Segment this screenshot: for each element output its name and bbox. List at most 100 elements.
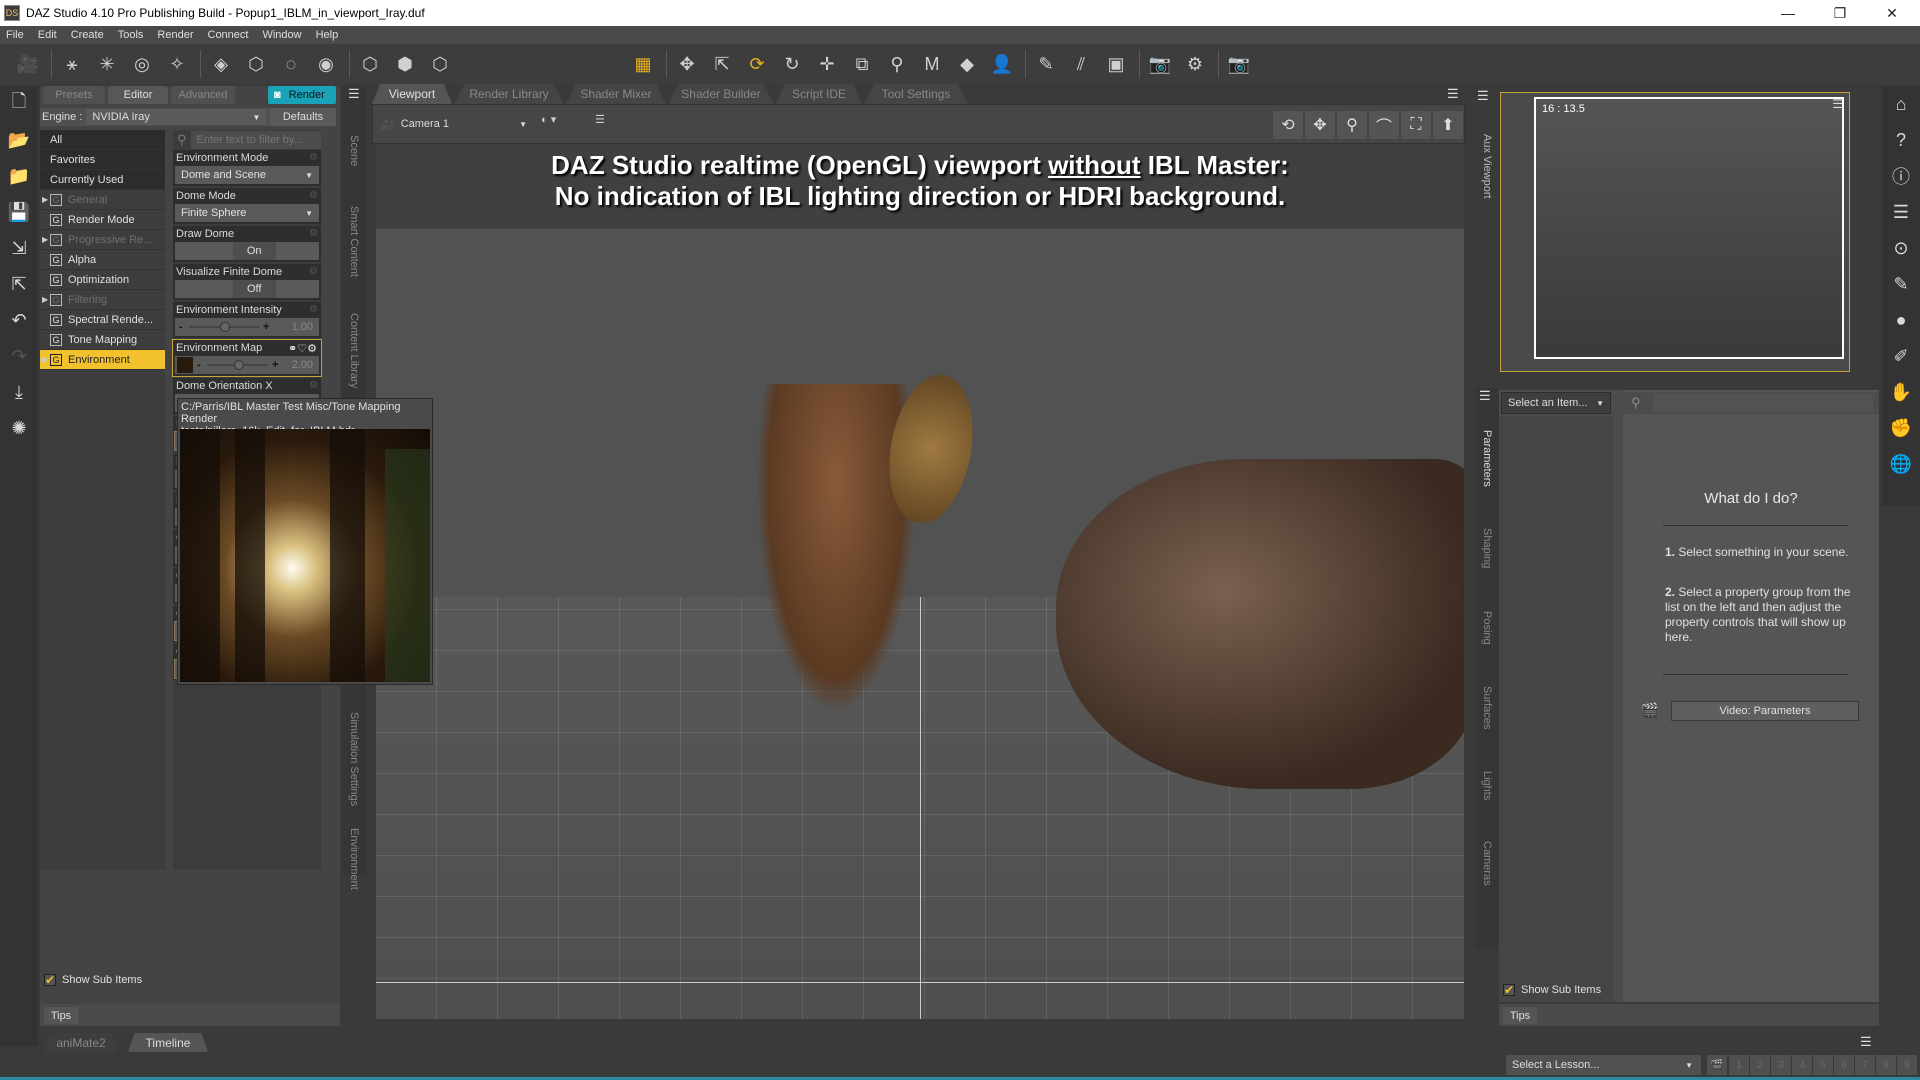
pose-p-icon[interactable]: ✊ — [1882, 410, 1920, 446]
tab-shader-builder[interactable]: Shader Builder — [668, 84, 774, 104]
render-button[interactable]: ◙ Render — [268, 86, 336, 104]
tab-editor[interactable]: Editor — [108, 86, 168, 104]
menu-file[interactable]: File — [6, 29, 24, 41]
geometry-brush-icon[interactable]: ⫽ — [1065, 48, 1097, 80]
gear-icon[interactable]: ⚙ — [309, 228, 318, 239]
menu-connect[interactable]: Connect — [208, 29, 249, 41]
dragon-figure[interactable] — [1056, 459, 1464, 789]
daz-home-icon[interactable]: ⌂ — [1882, 86, 1920, 122]
pane-options-icon[interactable]: ☰ — [1479, 388, 1491, 404]
side-tab-posing[interactable]: Posing — [1475, 598, 1499, 658]
group-item[interactable]: G Alpha — [40, 250, 165, 270]
group-item[interactable]: G Tone Mapping — [40, 330, 165, 350]
frame-control-icon[interactable]: ⛶ — [1401, 111, 1431, 139]
tips-button[interactable]: Tips — [44, 1007, 78, 1024]
figure-tools-icon[interactable]: ✎ — [1882, 266, 1920, 302]
engine-select[interactable]: NVIDIA Iray ▼ — [86, 109, 267, 125]
group-item[interactable]: ▶ G General — [40, 190, 165, 210]
orbit-control-icon[interactable]: ⟲ — [1273, 111, 1303, 139]
expand-arrow-icon[interactable]: ▶ — [42, 195, 50, 204]
node-selection-icon[interactable]: ⇱ — [706, 48, 738, 80]
property-slider[interactable]: - +2.00 — [175, 356, 319, 374]
active-pose-icon[interactable]: 👤 — [986, 48, 1018, 80]
side-tab-parameters[interactable]: Parameters — [1475, 418, 1499, 498]
merge-file-icon[interactable]: 📁 — [0, 158, 38, 194]
lesson-step-button[interactable]: 8 — [1876, 1055, 1896, 1075]
property-combo[interactable]: Finite Sphere — [175, 204, 319, 222]
menu-create[interactable]: Create — [71, 29, 104, 41]
tab-render-library[interactable]: Render Library — [454, 84, 564, 104]
aux-options-icon[interactable]: ☰ — [1832, 97, 1843, 111]
surface-selection-icon[interactable]: ◆ — [951, 48, 983, 80]
load-icon[interactable]: ⤓ — [0, 374, 38, 410]
tab-advanced[interactable]: Advanced — [171, 86, 235, 104]
tab-timeline[interactable]: Timeline — [128, 1033, 208, 1052]
translate-tool-icon[interactable]: ✛ — [811, 48, 843, 80]
menu-render[interactable]: Render — [157, 29, 193, 41]
group-item[interactable]: G Optimization — [40, 270, 165, 290]
zoom-control-icon[interactable]: ⚲ — [1337, 111, 1367, 139]
send-icon[interactable]: ✺ — [0, 410, 38, 446]
save-file-icon[interactable]: 💾 — [0, 194, 38, 230]
rotate-tool-icon[interactable]: ⟳ — [741, 48, 773, 80]
side-tab-cameras[interactable]: Cameras — [1475, 828, 1499, 898]
lesson-video-icon[interactable]: 🎬 — [1707, 1055, 1727, 1075]
redo-icon[interactable]: ↷ — [0, 338, 38, 374]
side-tab-environment[interactable]: Environment — [342, 811, 366, 906]
camera-select[interactable]: 🎥 Camera 1 ▼ — [381, 113, 531, 135]
show-sub-items-checkbox[interactable]: ✔ Show Sub Items — [44, 974, 142, 986]
video-parameters-button[interactable]: Video: Parameters — [1671, 701, 1859, 721]
group-item[interactable]: ▶ G Filtering — [40, 290, 165, 310]
new-distant-light-icon[interactable]: ⚹ — [56, 48, 88, 80]
select-item-dropdown[interactable]: Select an Item... — [1501, 392, 1611, 414]
new-proxy-icon[interactable]: ⬡ — [424, 48, 456, 80]
tab-presets[interactable]: Presets — [43, 86, 105, 104]
gear-icon[interactable]: ⚙ — [309, 304, 318, 315]
defaults-button[interactable]: Defaults — [270, 108, 336, 126]
group-item[interactable]: G Spectral Rende... — [40, 310, 165, 330]
expand-arrow-icon[interactable]: ▶ — [42, 235, 50, 244]
tab-animate2[interactable]: aniMate2 — [44, 1033, 118, 1052]
tab-tool-settings[interactable]: Tool Settings — [864, 84, 968, 104]
new-group-icon[interactable]: ◌ — [275, 48, 307, 80]
lesson-step-button[interactable]: 6 — [1834, 1055, 1854, 1075]
new-null-icon[interactable]: ⬡ — [240, 48, 272, 80]
map-thumbnail[interactable] — [177, 357, 193, 373]
pose-icon[interactable]: ✋ — [1882, 374, 1920, 410]
group-item[interactable]: ▶ G Environment — [40, 350, 165, 370]
side-tab-lights[interactable]: Lights — [1475, 758, 1499, 813]
geometry-editor-icon[interactable]: M — [916, 48, 948, 80]
pane-options-icon[interactable]: ☰ — [1860, 1034, 1872, 1050]
restore-button[interactable]: ❐ — [1815, 0, 1865, 26]
help-icon[interactable]: ⓘ — [1882, 158, 1920, 194]
edit-grid-icon[interactable]: ▣ — [1100, 48, 1132, 80]
lesson-step-button[interactable]: 4 — [1792, 1055, 1812, 1075]
side-tab-simulation-settings[interactable]: Simulation Settings — [342, 686, 366, 806]
gear-icon[interactable]: ⚙ — [309, 152, 318, 163]
undo-icon[interactable]: ↶ — [0, 302, 38, 338]
node-weight-brush-icon[interactable]: ✎ — [1030, 48, 1062, 80]
gear-icon[interactable]: ⚙ — [309, 190, 318, 201]
environment-editor-icon[interactable]: 🌐 — [1882, 446, 1920, 482]
new-instance-icon[interactable]: ⬡ — [354, 48, 386, 80]
parameters-search-input[interactable] — [1653, 394, 1873, 412]
property-combo[interactable]: Dome and Scene — [175, 166, 319, 184]
lesson-step-button[interactable]: 1 — [1729, 1055, 1749, 1075]
export-icon[interactable]: ⇱ — [0, 266, 38, 302]
gear-icon[interactable]: ⚙ — [309, 380, 318, 391]
menu-help[interactable]: Help — [316, 29, 339, 41]
aux-viewport[interactable]: 16 : 13.5 ☰ — [1500, 92, 1850, 372]
new-camera-icon[interactable]: 🎥 — [12, 48, 44, 80]
new-linear-light-icon[interactable]: ✧ — [161, 48, 193, 80]
draw-style-select[interactable]: ◐ ▾ — [541, 113, 556, 126]
open-file-icon[interactable]: 📂 — [0, 122, 38, 158]
gear-icon[interactable]: ⚙ — [309, 266, 318, 277]
show-sub-items-checkbox-right[interactable]: ✔ Show Sub Items — [1503, 984, 1601, 996]
property-toggle[interactable]: On — [175, 242, 319, 260]
pane-options-icon[interactable]: ☰ — [348, 86, 360, 102]
tab-shader-mixer[interactable]: Shader Mixer — [566, 84, 666, 104]
group-item[interactable]: ▶ G Progressive Re... — [40, 230, 165, 250]
lesson-step-button[interactable]: 9 — [1897, 1055, 1917, 1075]
pane-options-icon[interactable]: ☰ — [1447, 86, 1459, 102]
side-tab-shaping[interactable]: Shaping — [1475, 518, 1499, 578]
